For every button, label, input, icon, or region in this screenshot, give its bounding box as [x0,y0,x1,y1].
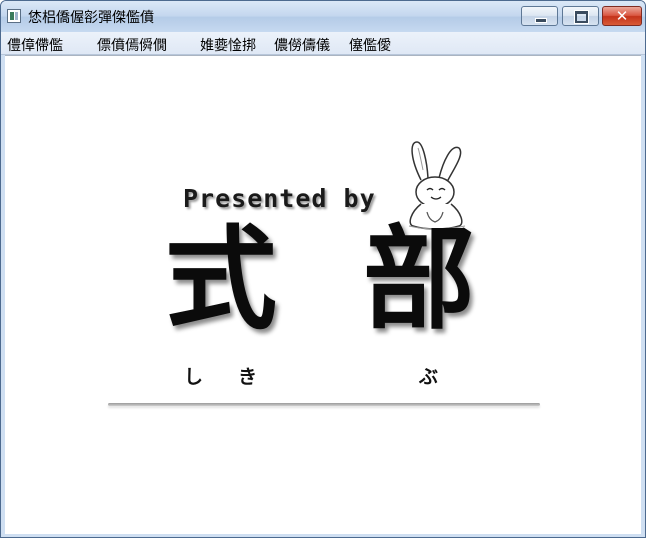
minimize-button[interactable] [521,6,558,26]
close-button[interactable]: ✕ [602,6,642,26]
kanji-bu: 部 [363,214,475,345]
furigana-bu: ぶ [419,366,439,388]
splash-canvas: Presented by 式 部 し き ぶ [5,55,641,534]
furigana-shi: し [184,366,204,388]
close-icon: ✕ [615,7,629,25]
menu-item-1[interactable]: 僼傽僀儖 [7,35,63,55]
application-window: 恷梠僑偓彮彈傑儖僨 ✕ 僼傽僀儖 僄僨傿僢僩 婎嬊惍挷 儂僗儔儀 僿儖僾 Pre… [0,0,646,538]
underline-divider [108,403,540,406]
menu-item-5[interactable]: 僿儖僾 [349,35,391,55]
menu-item-4[interactable]: 儂僗儔儀 [274,35,330,55]
menu-item-3[interactable]: 婎嬊惍挷 [200,35,256,55]
maximize-button[interactable] [562,6,599,26]
presented-by-text: Presented by [183,184,376,213]
title-bar[interactable]: 恷梠僑偓彮彈傑儖僨 ✕ [1,1,645,32]
maximize-icon [574,10,589,24]
menu-item-2[interactable]: 僄僨傿僢僩 [97,35,167,55]
menu-bar: 僼傽僀儖 僄僨傿僢僩 婎嬊惍挷 儂僗儔儀 僿儖僾 [1,32,645,55]
kanji-shiki: 式 [165,214,277,345]
window-title: 恷梠僑偓彮彈傑儖僨 [28,10,154,26]
minimize-icon [535,18,547,23]
app-window-icon[interactable] [7,9,21,23]
furigana-ki: き [238,366,258,388]
